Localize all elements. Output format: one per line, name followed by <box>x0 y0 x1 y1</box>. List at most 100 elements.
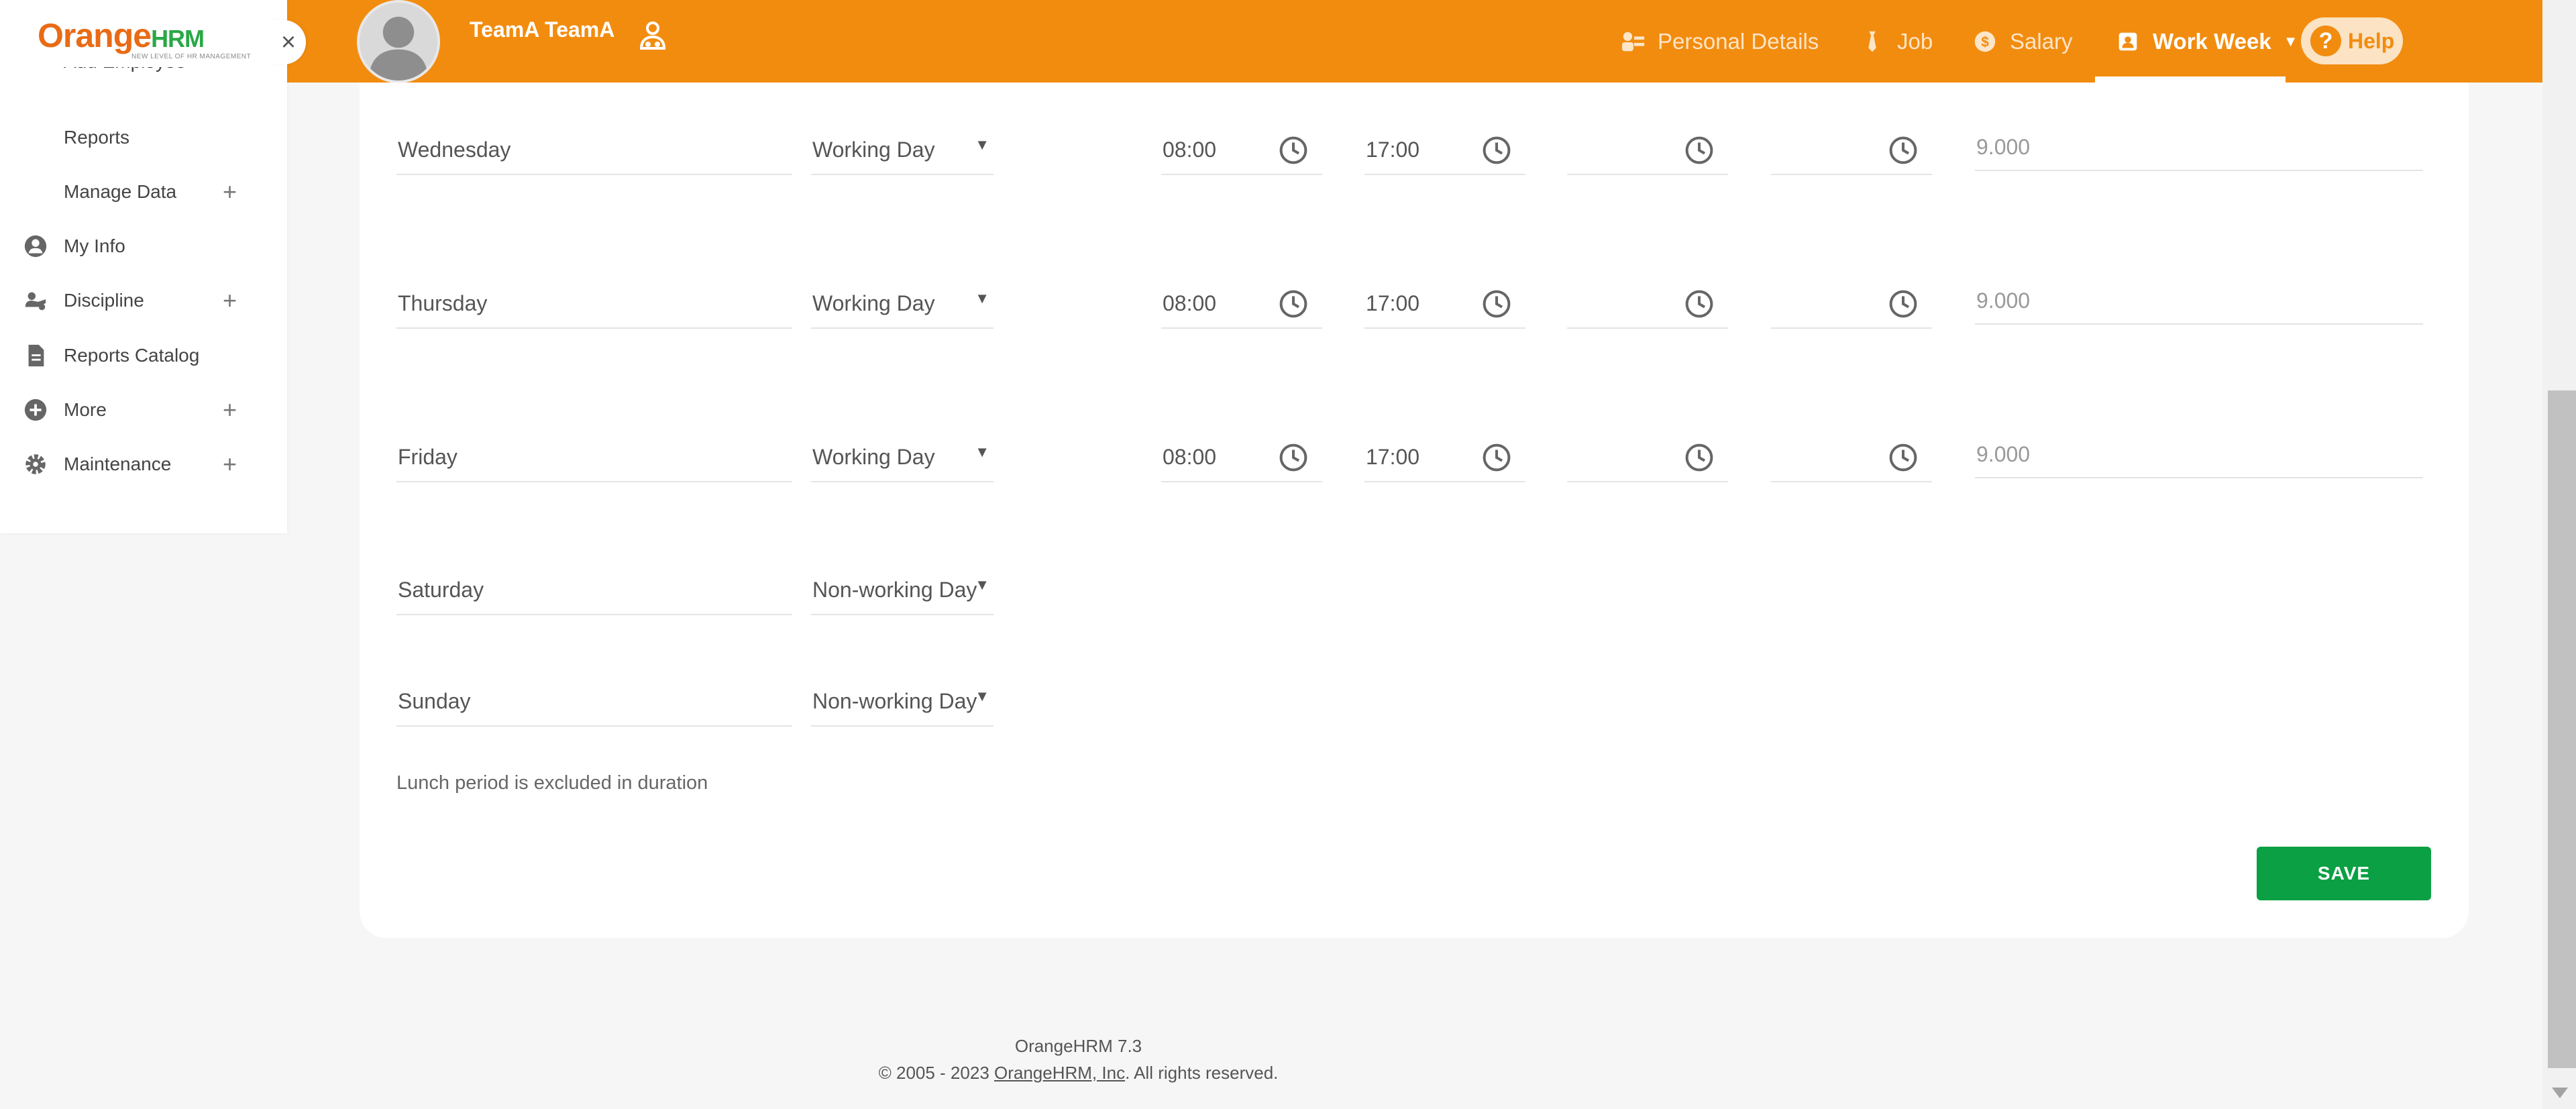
sidebar-item-more[interactable]: More + <box>0 386 287 433</box>
user-circle-icon <box>24 235 47 258</box>
day-type-value: Working Day <box>812 291 935 315</box>
end-time-input[interactable]: 17:00 <box>1364 101 1525 175</box>
end-time-value: 17:00 <box>1366 138 1420 162</box>
duration-value: 9.000 <box>1976 442 2031 466</box>
start-time-input[interactable]: 08:00 <box>1161 101 1322 175</box>
expand-plus-icon[interactable]: + <box>223 396 237 424</box>
day-label: Saturday <box>398 578 484 602</box>
top-header: TeamA TeamA Personal Details Job $ Salar… <box>0 0 2542 83</box>
day-type-select[interactable]: Working Day ▼ <box>811 255 994 329</box>
sidebar-item-reports[interactable]: Reports <box>0 114 287 161</box>
start-time-value: 08:00 <box>1163 138 1217 162</box>
dollar-icon: $ <box>1974 31 1996 52</box>
question-icon: ? <box>2310 25 2341 56</box>
lunch-start-input[interactable] <box>1567 101 1728 175</box>
clock-icon[interactable] <box>1684 288 1715 319</box>
clock-icon[interactable] <box>1278 288 1309 319</box>
scroll-down-arrow-icon[interactable] <box>2552 1088 2568 1098</box>
close-icon: × <box>280 28 297 56</box>
clock-icon[interactable] <box>1278 135 1309 166</box>
sidebar-item-label: Manage Data <box>64 181 177 202</box>
clock-icon[interactable] <box>1888 288 1919 319</box>
document-icon <box>28 344 44 367</box>
sidebar-item-label: My Info <box>64 235 125 256</box>
lunch-start-input[interactable] <box>1567 409 1728 482</box>
duration-field: 9.000 <box>1975 255 2423 325</box>
clock-icon[interactable] <box>1481 288 1512 319</box>
tab-work-week[interactable]: Work Week ▼ <box>2115 21 2298 62</box>
dropdown-arrow-icon: ▼ <box>975 688 989 704</box>
user-silhouette-icon <box>360 3 437 81</box>
clock-icon[interactable] <box>1684 442 1715 473</box>
clock-icon[interactable] <box>1888 442 1919 473</box>
save-button[interactable]: SAVE <box>2257 847 2431 900</box>
end-time-input[interactable]: 17:00 <box>1364 255 1525 329</box>
day-type-select[interactable]: Working Day ▼ <box>811 101 994 175</box>
clock-icon[interactable] <box>1278 442 1309 473</box>
id-card-icon <box>1621 32 1645 52</box>
end-time-input[interactable]: 17:00 <box>1364 409 1525 482</box>
expand-plus-icon[interactable]: + <box>223 286 237 315</box>
clock-icon[interactable] <box>1481 135 1512 166</box>
dropdown-arrow-icon: ▼ <box>975 290 989 307</box>
expand-plus-icon[interactable]: + <box>223 450 237 478</box>
sidebar-item-label: Discipline <box>64 290 144 311</box>
sidebar-item-reports-catalog[interactable]: Reports Catalog <box>0 332 287 379</box>
day-type-select[interactable]: Non-working Day ▼ <box>811 653 994 727</box>
clock-icon[interactable] <box>1888 135 1919 166</box>
plus-circle-icon <box>24 399 47 421</box>
work-week-row: Saturday Non-working Day ▼ <box>360 541 2469 622</box>
avatar[interactable] <box>357 0 440 83</box>
tie-icon <box>1868 31 1876 52</box>
copyright-suffix: . All rights reserved. <box>1125 1063 1279 1083</box>
start-time-input[interactable]: 08:00 <box>1161 409 1322 482</box>
expand-plus-icon[interactable]: + <box>223 178 237 206</box>
sidebar-item-my-info[interactable]: My Info <box>0 223 287 270</box>
scrollbar-thumb[interactable] <box>2548 390 2576 1068</box>
duration-field: 9.000 <box>1975 101 2423 171</box>
sidebar-item-manage-data[interactable]: Manage Data + <box>0 168 287 215</box>
help-button[interactable]: ? Help <box>2301 17 2403 64</box>
end-time-value: 17:00 <box>1366 445 1420 469</box>
tab-personal-details[interactable]: Personal Details <box>1620 21 1819 62</box>
sidebar-item-discipline[interactable]: Discipline + <box>0 277 287 324</box>
company-link[interactable]: OrangeHRM, Inc <box>994 1063 1125 1083</box>
work-week-row: Wednesday Working Day ▼ 08:00 17:00 9.000 <box>360 101 2469 182</box>
duration-value: 9.000 <box>1976 135 2031 159</box>
day-type-select[interactable]: Working Day ▼ <box>811 409 994 482</box>
lunch-note: Lunch period is excluded in duration <box>396 772 708 794</box>
sidebar-item-label: Maintenance <box>64 454 172 474</box>
copyright-prefix: © 2005 - 2023 <box>878 1063 994 1083</box>
day-label: Thursday <box>398 291 488 315</box>
day-name-field: Saturday <box>396 541 792 615</box>
day-name-field: Sunday <box>396 653 792 727</box>
start-time-value: 08:00 <box>1163 445 1217 469</box>
lunch-end-input[interactable] <box>1771 101 1932 175</box>
tab-job[interactable]: Job <box>1860 21 1933 62</box>
day-type-select[interactable]: Non-working Day ▼ <box>811 541 994 615</box>
sidebar-item-label: More <box>64 399 107 420</box>
lunch-end-input[interactable] <box>1771 255 1932 329</box>
orangehrm-logo[interactable]: OrangeHRM NEW LEVEL OF HR MANAGEMENT <box>38 16 252 67</box>
clock-icon[interactable] <box>1481 442 1512 473</box>
work-week-row: Thursday Working Day ▼ 08:00 17:00 9.000 <box>360 255 2469 335</box>
lunch-start-input[interactable] <box>1567 255 1728 329</box>
tab-label: Salary <box>2010 29 2073 54</box>
employee-name: TeamA TeamA <box>470 17 615 42</box>
sidebar-item-label: Add Employee <box>64 67 186 72</box>
day-type-value: Working Day <box>812 445 935 469</box>
clock-icon[interactable] <box>1684 135 1715 166</box>
logo-text: Orange <box>38 17 152 54</box>
tab-salary[interactable]: $ Salary <box>1972 21 2073 62</box>
start-time-input[interactable]: 08:00 <box>1161 255 1322 329</box>
day-label: Friday <box>398 445 458 469</box>
sidebar-item-add-employee[interactable]: Add Employee <box>0 67 287 89</box>
duration-field: 9.000 <box>1975 409 2423 478</box>
switch-employee-icon[interactable] <box>636 19 669 52</box>
lunch-end-input[interactable] <box>1771 409 1932 482</box>
page-scrollbar[interactable] <box>2542 0 2576 1109</box>
logo-suffix: HRM <box>151 25 205 52</box>
dropdown-arrow-icon: ▼ <box>975 576 989 593</box>
day-name-field: Wednesday <box>396 101 792 175</box>
sidebar-item-maintenance[interactable]: Maintenance + <box>0 441 287 488</box>
